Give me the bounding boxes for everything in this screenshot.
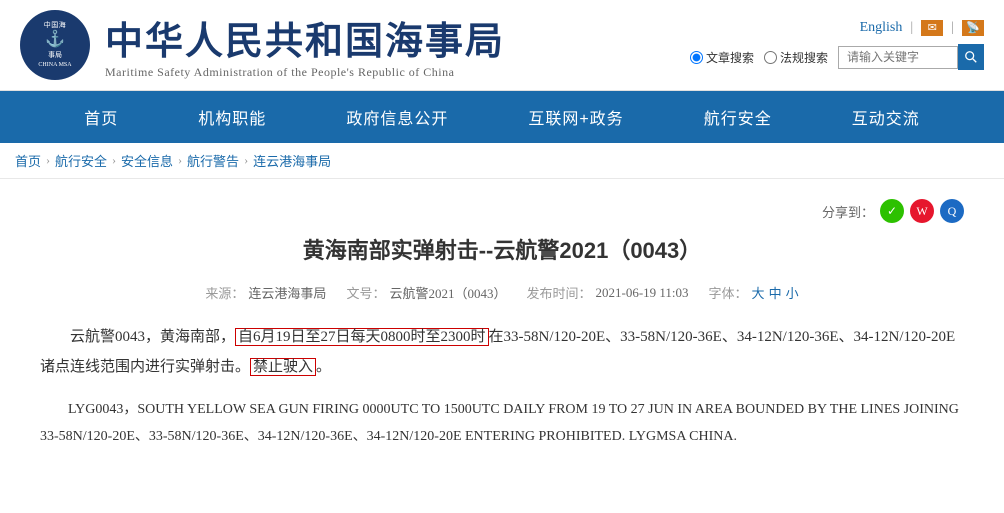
breadcrumb: 首页 › 航行安全 › 安全信息 › 航行警告 › 连云港海事局 xyxy=(0,143,1004,179)
title-cn: 中华人民共和国海事局 xyxy=(105,10,505,65)
nav-home[interactable]: 首页 xyxy=(44,91,158,143)
rss-icon[interactable]: 📡 xyxy=(962,20,984,36)
meta-doc: 文号： 云航警2021（0043） xyxy=(346,283,506,302)
logo-inner: 中国海 ⚓ 事局 CHINA MSA xyxy=(38,21,71,70)
breadcrumb-nav-safety[interactable]: 航行安全 xyxy=(55,151,107,170)
search-button[interactable] xyxy=(958,44,984,70)
main-nav: 首页 机构职能 政府信息公开 互联网+政务 航行安全 互动交流 xyxy=(0,91,1004,143)
article-title: 黄海南部实弹射击--云航警2021（0043） xyxy=(40,233,964,265)
envelope-icon[interactable]: ✉ xyxy=(921,20,943,36)
breadcrumb-lyg[interactable]: 连云港海事局 xyxy=(253,151,331,170)
divider1: | xyxy=(910,20,913,36)
logo: 中国海 ⚓ 事局 CHINA MSA xyxy=(20,10,90,80)
wechat-share-icon[interactable]: ✓ xyxy=(880,199,904,223)
header: 中国海 ⚓ 事局 CHINA MSA 中华人民共和国海事局 Maritime S… xyxy=(0,0,1004,91)
font-small-link[interactable]: 小 xyxy=(786,283,799,302)
search-input[interactable] xyxy=(838,46,958,69)
header-right: English | ✉ | 📡 文章搜索 法规搜索 xyxy=(690,20,984,70)
para1-end: 。 xyxy=(316,359,331,375)
radio-article[interactable]: 文章搜索 xyxy=(690,49,754,66)
divider2: | xyxy=(951,20,954,36)
source-value: 连云港海事局 xyxy=(248,283,326,302)
breadcrumb-sep3: › xyxy=(178,153,182,168)
breadcrumb-sep1: › xyxy=(46,153,50,168)
radio-group: 文章搜索 法规搜索 xyxy=(690,49,828,66)
meta-date: 发布时间： 2021-06-19 11:03 xyxy=(526,283,688,302)
para-cn: 云航警0043，黄海南部，自6月19日至27日每天0800时至2300时在33-… xyxy=(40,322,964,382)
radio-law[interactable]: 法规搜索 xyxy=(764,49,828,66)
content-area: 分享到： ✓ W Q 黄海南部实弹射击--云航警2021（0043） 来源： 连… xyxy=(0,179,1004,495)
date-label: 发布时间： xyxy=(526,283,591,302)
date-value: 2021-06-19 11:03 xyxy=(595,285,688,301)
search-icon xyxy=(964,50,978,64)
nav-org[interactable]: 机构职能 xyxy=(158,91,306,143)
font-label: 字体： xyxy=(709,283,748,302)
doc-value: 云航警2021（0043） xyxy=(389,283,506,302)
para-en: LYG0043，SOUTH YELLOW SEA GUN FIRING 0000… xyxy=(40,397,964,450)
radio-article-label: 文章搜索 xyxy=(706,49,754,66)
highlight-date: 自6月19日至27日每天0800时至2300时 xyxy=(235,328,489,346)
doc-label: 文号： xyxy=(346,283,385,302)
weibo-share-icon[interactable]: W xyxy=(910,199,934,223)
breadcrumb-sep4: › xyxy=(244,153,248,168)
meta-font: 字体： 大 中 小 xyxy=(709,283,799,302)
source-label: 来源： xyxy=(205,283,244,302)
highlight-prohibited: 禁止驶入 xyxy=(250,358,316,376)
header-title: 中华人民共和国海事局 Maritime Safety Administratio… xyxy=(105,10,505,80)
share-area: 分享到： ✓ W Q xyxy=(40,199,964,223)
meta-source: 来源： 连云港海事局 xyxy=(205,283,326,302)
nav-interact[interactable]: 互动交流 xyxy=(812,91,960,143)
title-en: Maritime Safety Administration of the Pe… xyxy=(105,65,505,80)
breadcrumb-sep2: › xyxy=(112,153,116,168)
breadcrumb-home[interactable]: 首页 xyxy=(15,151,41,170)
font-medium-link[interactable]: 中 xyxy=(769,283,782,302)
header-left: 中国海 ⚓ 事局 CHINA MSA 中华人民共和国海事局 Maritime S… xyxy=(20,10,505,80)
share-label: 分享到： xyxy=(822,202,874,221)
nav-gov[interactable]: 政府信息公开 xyxy=(306,91,488,143)
font-large-link[interactable]: 大 xyxy=(752,283,765,302)
qq-share-icon[interactable]: Q xyxy=(940,199,964,223)
radio-law-label: 法规搜索 xyxy=(780,49,828,66)
header-top-links: English | ✉ | 📡 xyxy=(860,20,984,36)
article-meta: 来源： 连云港海事局 文号： 云航警2021（0043） 发布时间： 2021-… xyxy=(40,283,964,302)
para1-pre: 云航警0043，黄海南部， xyxy=(70,329,235,345)
nav-internet[interactable]: 互联网+政务 xyxy=(488,91,663,143)
breadcrumb-safety-info[interactable]: 安全信息 xyxy=(121,151,173,170)
breadcrumb-nav-warning[interactable]: 航行警告 xyxy=(187,151,239,170)
nav-nav-safety[interactable]: 航行安全 xyxy=(664,91,812,143)
search-input-wrap xyxy=(838,44,984,70)
article-body: 云航警0043，黄海南部，自6月19日至27日每天0800时至2300时在33-… xyxy=(40,322,964,450)
search-area: 文章搜索 法规搜索 xyxy=(690,44,984,70)
english-link[interactable]: English xyxy=(860,20,903,36)
